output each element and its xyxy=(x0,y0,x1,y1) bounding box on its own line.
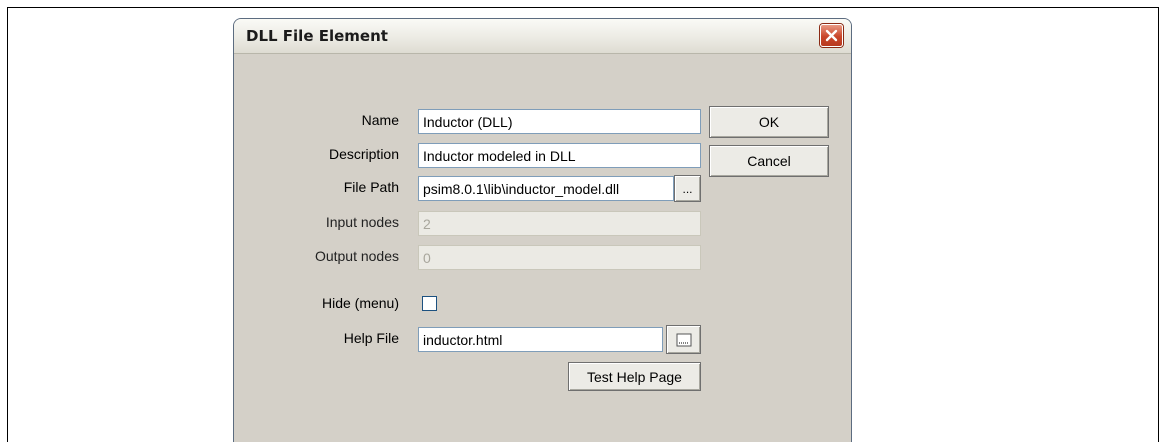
description-label: Description xyxy=(328,146,399,162)
close-button[interactable] xyxy=(820,24,843,47)
input-nodes-label: Input nodes xyxy=(325,214,399,230)
window-title: DLL File Element xyxy=(246,27,388,45)
help-file-label: Help File xyxy=(343,330,399,346)
help-file-browse-button[interactable] xyxy=(666,325,701,354)
title-bar[interactable]: DLL File Element xyxy=(234,19,851,54)
input-nodes-field[interactable] xyxy=(418,211,701,236)
file-path-field[interactable] xyxy=(418,176,674,201)
name-field[interactable] xyxy=(418,109,701,134)
hide-menu-label: Hide (menu) xyxy=(321,295,399,311)
output-nodes-label: Output nodes xyxy=(314,248,399,264)
dll-file-element-dialog: DLL File Element Name Description File P… xyxy=(233,18,852,442)
file-path-browse-button[interactable]: ... xyxy=(674,175,701,202)
test-help-page-button[interactable]: Test Help Page xyxy=(568,362,701,391)
description-field[interactable] xyxy=(418,143,701,168)
close-icon xyxy=(825,29,838,42)
dialog-body: Name Description File Path ... Input nod… xyxy=(234,54,851,442)
file-path-label: File Path xyxy=(343,179,399,195)
output-nodes-field[interactable] xyxy=(418,245,701,270)
cancel-button[interactable]: Cancel xyxy=(709,145,829,177)
name-label: Name xyxy=(361,112,399,128)
ok-button[interactable]: OK xyxy=(709,106,829,138)
help-file-field[interactable] xyxy=(418,327,663,352)
hide-menu-checkbox[interactable] xyxy=(422,296,437,311)
browse-icon xyxy=(676,333,691,346)
